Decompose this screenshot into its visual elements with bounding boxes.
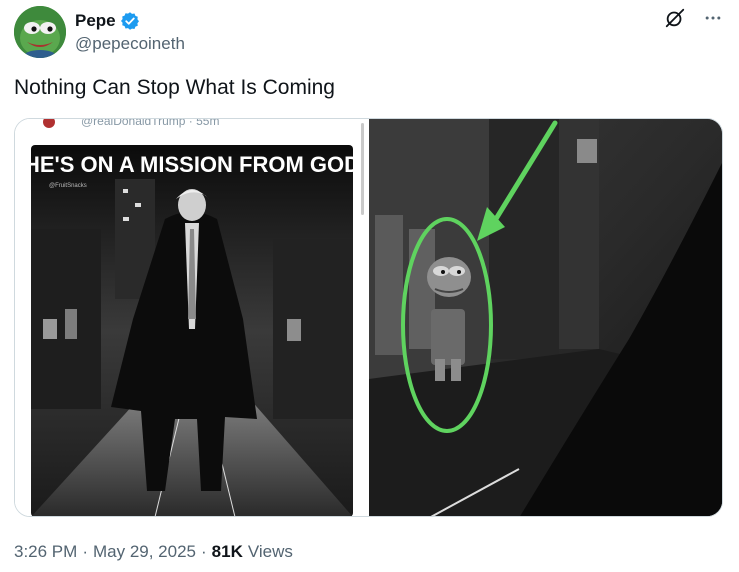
- meta-separator: ·: [82, 542, 88, 561]
- author-display-name[interactable]: Pepe: [75, 11, 116, 31]
- post-time[interactable]: 3:26 PM: [14, 541, 77, 563]
- media-image-right[interactable]: [369, 119, 722, 516]
- embedded-image-watermark: @FruitSnacks: [49, 183, 87, 189]
- media-image-left[interactable]: @realDonaldTrump · 55m HE'S ON A MISSION…: [15, 119, 369, 516]
- views-count[interactable]: 81K: [212, 541, 243, 563]
- tweet-text: Nothing Can Stop What Is Coming: [14, 76, 335, 99]
- views-label: Views: [247, 542, 293, 561]
- tweet-meta: 3:26 PM · May 29, 2025 · 81K Views: [14, 541, 293, 563]
- meta-separator: ·: [201, 542, 207, 561]
- embedded-post-handle: @realDonaldTrump · 55m: [81, 119, 219, 128]
- verified-badge-icon: [120, 11, 140, 31]
- author-handle[interactable]: @pepecoineth: [75, 34, 185, 54]
- name-row: Pepe: [75, 11, 140, 31]
- pepe-figure: [427, 257, 471, 381]
- more-dots-icon[interactable]: [701, 6, 725, 30]
- header-actions: [663, 6, 725, 30]
- embedded-image-title: HE'S ON A MISSION FROM GOD: [24, 152, 360, 177]
- media-gallery[interactable]: @realDonaldTrump · 55m HE'S ON A MISSION…: [14, 118, 723, 517]
- avatar[interactable]: [14, 6, 66, 58]
- grok-icon[interactable]: [663, 6, 687, 30]
- pepe-frog-avatar-icon: [14, 6, 66, 58]
- tweet-header: Pepe @pepecoineth: [14, 6, 725, 58]
- post-date[interactable]: May 29, 2025: [93, 541, 196, 563]
